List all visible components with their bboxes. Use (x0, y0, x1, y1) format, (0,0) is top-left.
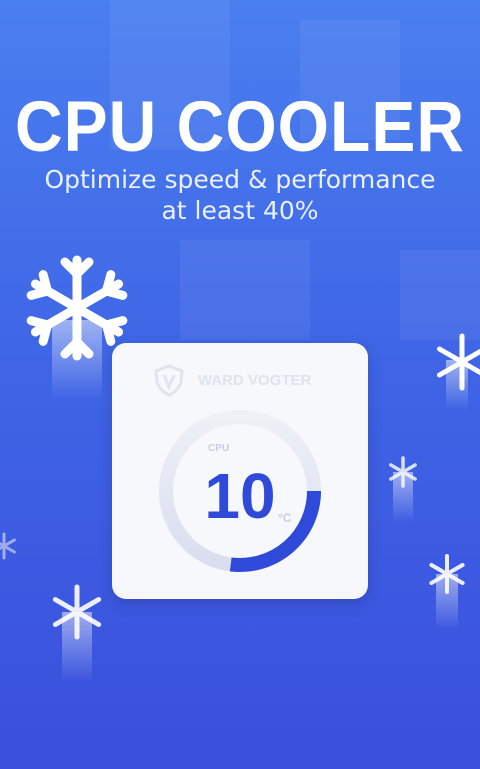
temperature-unit: °C (278, 511, 292, 525)
brand-name: WARD VOGTER (198, 371, 312, 389)
brand-watermark: WARD VOGTER (152, 363, 311, 397)
snowflake-icon (436, 333, 480, 410)
gauge-label: CPU (208, 443, 230, 454)
snowflake-icon (0, 532, 16, 560)
shield-logo-icon (154, 364, 184, 397)
snowflake-icon (52, 584, 102, 682)
background-panel (400, 250, 480, 340)
snowflake-icon (389, 456, 417, 522)
subtitle-line-1: Optimize speed & performance (44, 165, 436, 194)
background-panel (180, 240, 310, 340)
subtitle-line-2: at least 40% (161, 196, 319, 225)
temperature-value: 10 (204, 460, 276, 532)
page-title: CPU COOLER (14, 86, 466, 166)
temperature-gauge: CPU 10 °C (152, 403, 328, 579)
cpu-temperature-card: WARD VOGTER CPU 10 °C (112, 343, 368, 599)
snowflake-icon (429, 554, 465, 630)
subtitle: Optimize speed & performance at least 40… (0, 164, 480, 226)
